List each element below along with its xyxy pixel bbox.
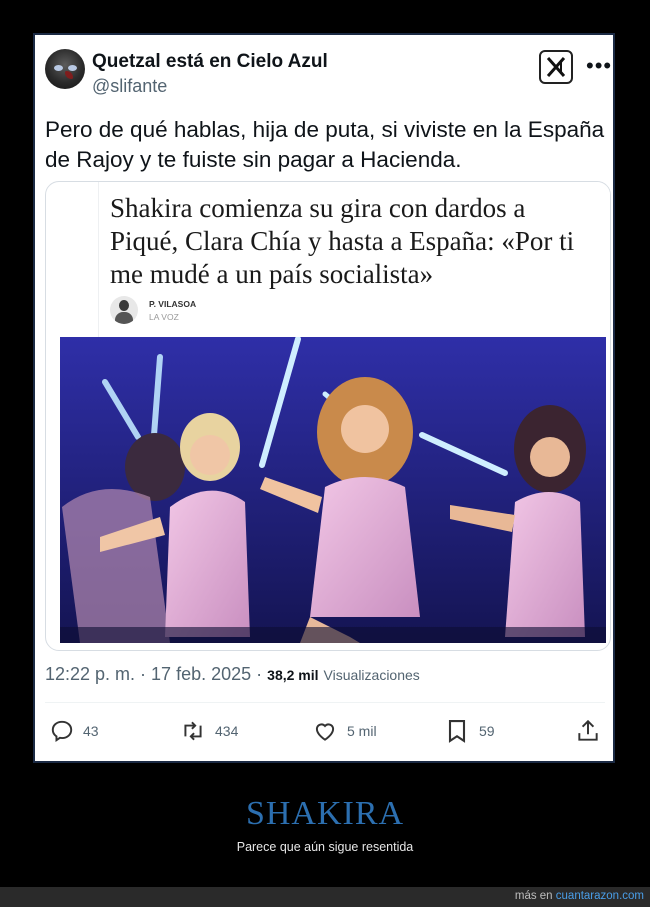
site-credit: más en cuantarazon.com [515,890,644,902]
article-source: LA VOZ [149,312,179,322]
avatar-eye-right [68,65,77,71]
x-logo-icon [539,50,573,84]
heart-icon [315,723,335,741]
reply-icon [51,720,73,743]
retweet-count: 434 [215,723,239,739]
views-label: Visualizaciones [323,667,420,683]
credit-prefix: más en [514,890,553,902]
views-count: 38,2 mil [267,667,319,683]
concert-photo-illustration [60,337,606,643]
bookmark-button[interactable]: 59 [443,717,495,745]
post-title: SHAKIRA [245,795,405,832]
like-count: 5 mil [347,723,377,739]
bottom-bar: más en cuantarazon.com [0,887,650,907]
article-photo[interactable] [60,337,606,643]
retweet-icon [184,721,202,741]
user-handle[interactable]: @slifante [92,76,167,97]
author-avatar [110,296,138,324]
post-subtitle: Parece que aún sigue resentida [236,840,414,854]
avatar-eye-left [54,65,63,71]
divider-top [45,702,605,703]
tweet-time: 12:22 p. m. · 17 feb. 2025 · [45,664,263,684]
bookmark-icon [448,720,466,743]
tweet-text: Pero de qué hablas, hija de puta, si viv… [45,117,605,172]
reply-button[interactable]: 43 [49,717,99,745]
display-name[interactable]: Quetzal está en Cielo Azul [92,51,328,73]
like-button[interactable]: 5 mil [311,717,377,745]
share-button[interactable] [575,717,609,745]
article-headline: Shakira comienza su gira con dardos a Pi… [110,193,575,289]
more-horizontal-icon[interactable]: ••• [586,53,612,79]
avatar[interactable] [45,49,85,89]
tweet-card: Quetzal está en Cielo Azul @slifante •••… [33,33,615,763]
bookmark-count: 59 [479,723,495,739]
tweet-timestamp[interactable]: 12:22 p. m. · 17 feb. 2025 · 38,2 mil Vi… [45,664,420,685]
avatar-beak [65,71,73,79]
site-link[interactable]: cuantarazon.com [556,890,644,902]
retweet-button[interactable]: 434 [179,717,238,745]
reply-count: 43 [83,723,99,739]
article-author: P. VILASOA [149,299,197,309]
quoted-article-card[interactable]: Shakira comienza su gira con dardos a Pi… [45,181,611,651]
share-icon [578,719,598,741]
